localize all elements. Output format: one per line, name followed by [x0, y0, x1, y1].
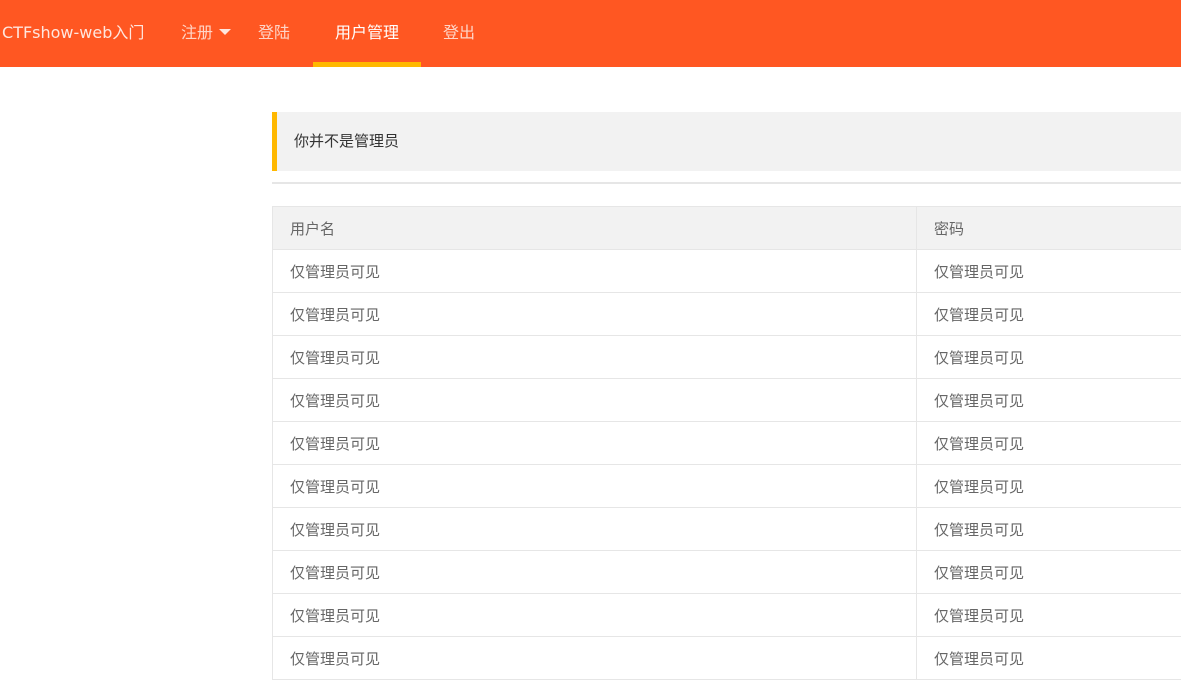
table-row: 仅管理员可见 仅管理员可见: [272, 507, 1181, 551]
username-cell: 仅管理员可见: [272, 636, 917, 680]
password-cell: 仅管理员可见: [916, 550, 1181, 594]
notice-text: 你并不是管理员: [294, 132, 400, 150]
table-header-row: 用户名 密码: [272, 206, 1181, 250]
username-cell: 仅管理员可见: [272, 464, 917, 508]
divider: [272, 182, 1181, 184]
column-header-username: 用户名: [272, 206, 917, 250]
username-cell: 仅管理员可见: [272, 507, 917, 551]
notice-quote: 你并不是管理员: [272, 112, 1181, 171]
password-cell: 仅管理员可见: [916, 507, 1181, 551]
table-row: 仅管理员可见 仅管理员可见: [272, 550, 1181, 594]
username-cell: 仅管理员可见: [272, 335, 917, 379]
table-row: 仅管理员可见 仅管理员可见: [272, 378, 1181, 422]
chevron-down-icon: [219, 28, 232, 35]
table-row: 仅管理员可见 仅管理员可见: [272, 249, 1181, 293]
password-cell: 仅管理员可见: [916, 593, 1181, 637]
username-cell: 仅管理员可见: [272, 421, 917, 465]
password-cell: 仅管理员可见: [916, 378, 1181, 422]
password-cell: 仅管理员可见: [916, 335, 1181, 379]
nav-item-register[interactable]: 注册: [181, 0, 232, 67]
password-cell: 仅管理员可见: [916, 636, 1181, 680]
nav-item-user-management[interactable]: 用户管理: [313, 0, 421, 67]
users-table: 用户名 密码 仅管理员可见 仅管理员可见 仅管理员可见 仅管理员可见 仅管理员可见仅…: [272, 206, 1181, 680]
site-brand[interactable]: CTFshow-web入门: [2, 0, 144, 67]
password-cell: 仅管理员可见: [916, 464, 1181, 508]
table-row: 仅管理员可见 仅管理员可见: [272, 464, 1181, 508]
column-header-password: 密码: [916, 206, 1181, 250]
nav-item-register-label: 注册: [181, 23, 214, 42]
username-cell: 仅管理员可见: [272, 550, 917, 594]
username-cell: 仅管理员可见: [272, 378, 917, 422]
username-cell: 仅管理员可见: [272, 249, 917, 293]
nav-item-logout[interactable]: 登出: [443, 0, 475, 67]
table-row: 仅管理员可见 仅管理员可见: [272, 335, 1181, 379]
password-cell: 仅管理员可见: [916, 292, 1181, 336]
username-cell: 仅管理员可见: [272, 292, 917, 336]
nav-item-login[interactable]: 登陆: [258, 0, 290, 67]
top-navbar: CTFshow-web入门 注册 登陆 用户管理 登出: [0, 0, 1181, 67]
table-row: 仅管理员可见 仅管理员可见: [272, 636, 1181, 680]
table-row: 仅管理员可见 仅管理员可见: [272, 292, 1181, 336]
password-cell: 仅管理员可见: [916, 421, 1181, 465]
table-row: 仅管理员可见 仅管理员可见: [272, 421, 1181, 465]
username-cell: 仅管理员可见: [272, 593, 917, 637]
password-cell: 仅管理员可见: [916, 249, 1181, 293]
table-row: 仅管理员可见 仅管理员可见: [272, 593, 1181, 637]
